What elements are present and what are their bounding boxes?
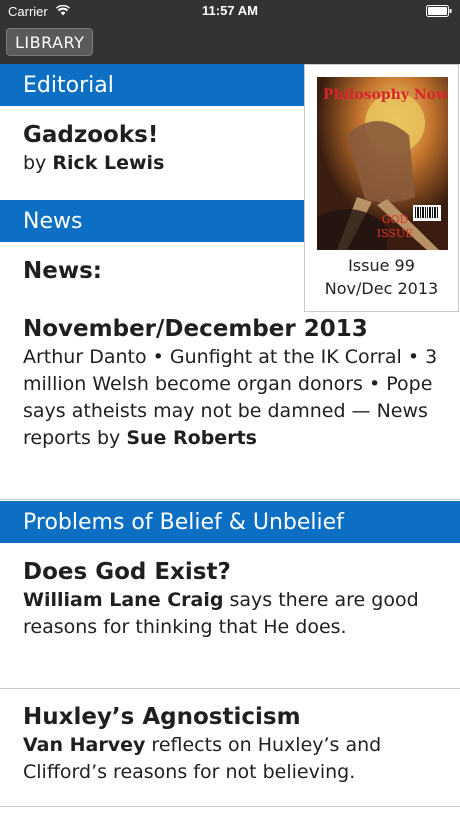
article-title: Does God Exist? — [23, 559, 231, 585]
cover-badge-line2: ISSUE — [377, 227, 414, 240]
battery-icon — [426, 5, 452, 17]
library-button[interactable]: LIBRARY — [6, 28, 94, 56]
article-author: Van Harvey — [23, 734, 146, 756]
divider — [0, 499, 460, 500]
article-author: William Lane Craig — [23, 589, 224, 611]
article-author: Sue Roberts — [126, 427, 257, 449]
article-summary: Arthur Danto • Gunfight at the IK Corral… — [23, 344, 438, 452]
divider — [0, 688, 460, 689]
article-title: Gadzooks! — [23, 122, 159, 148]
cover-badge-line1: GOD — [382, 213, 409, 226]
section-header-news: News — [0, 200, 304, 242]
article-gadzooks[interactable]: Gadzooks! by Rick Lewis — [23, 120, 293, 177]
article-summary: William Lane Craig says there are good r… — [23, 587, 438, 641]
article-news[interactable]: News: November/December 2013 Arthur Dant… — [23, 256, 438, 452]
article-subtitle: November/December 2013 — [23, 316, 368, 342]
article-title: Huxley’s Agnosticism — [23, 704, 301, 730]
article-byline: by Rick Lewis — [23, 150, 293, 177]
magazine-cover-image: Philosophy Now GOD ISSUE — [317, 77, 448, 250]
article-does-god-exist[interactable]: Does God Exist? William Lane Craig says … — [23, 557, 438, 641]
article-summary: Van Harvey reflects on Huxley’s and Clif… — [23, 732, 438, 786]
article-huxley[interactable]: Huxley’s Agnosticism Van Harvey reflects… — [23, 702, 438, 786]
status-bar: Carrier 11:57 AM — [0, 0, 460, 22]
cover-masthead: Philosophy Now — [323, 87, 448, 103]
divider — [0, 806, 460, 807]
article-title: News: — [23, 258, 102, 284]
section-header-belief: Problems of Belief & Unbelief — [0, 501, 460, 543]
status-time: 11:57 AM — [202, 3, 258, 18]
navigation-bar: Carrier 11:57 AM LIBRARY — [0, 0, 460, 64]
section-header-editorial: Editorial — [0, 64, 304, 106]
article-author: Rick Lewis — [52, 152, 165, 174]
byline-prefix: by — [23, 152, 53, 174]
